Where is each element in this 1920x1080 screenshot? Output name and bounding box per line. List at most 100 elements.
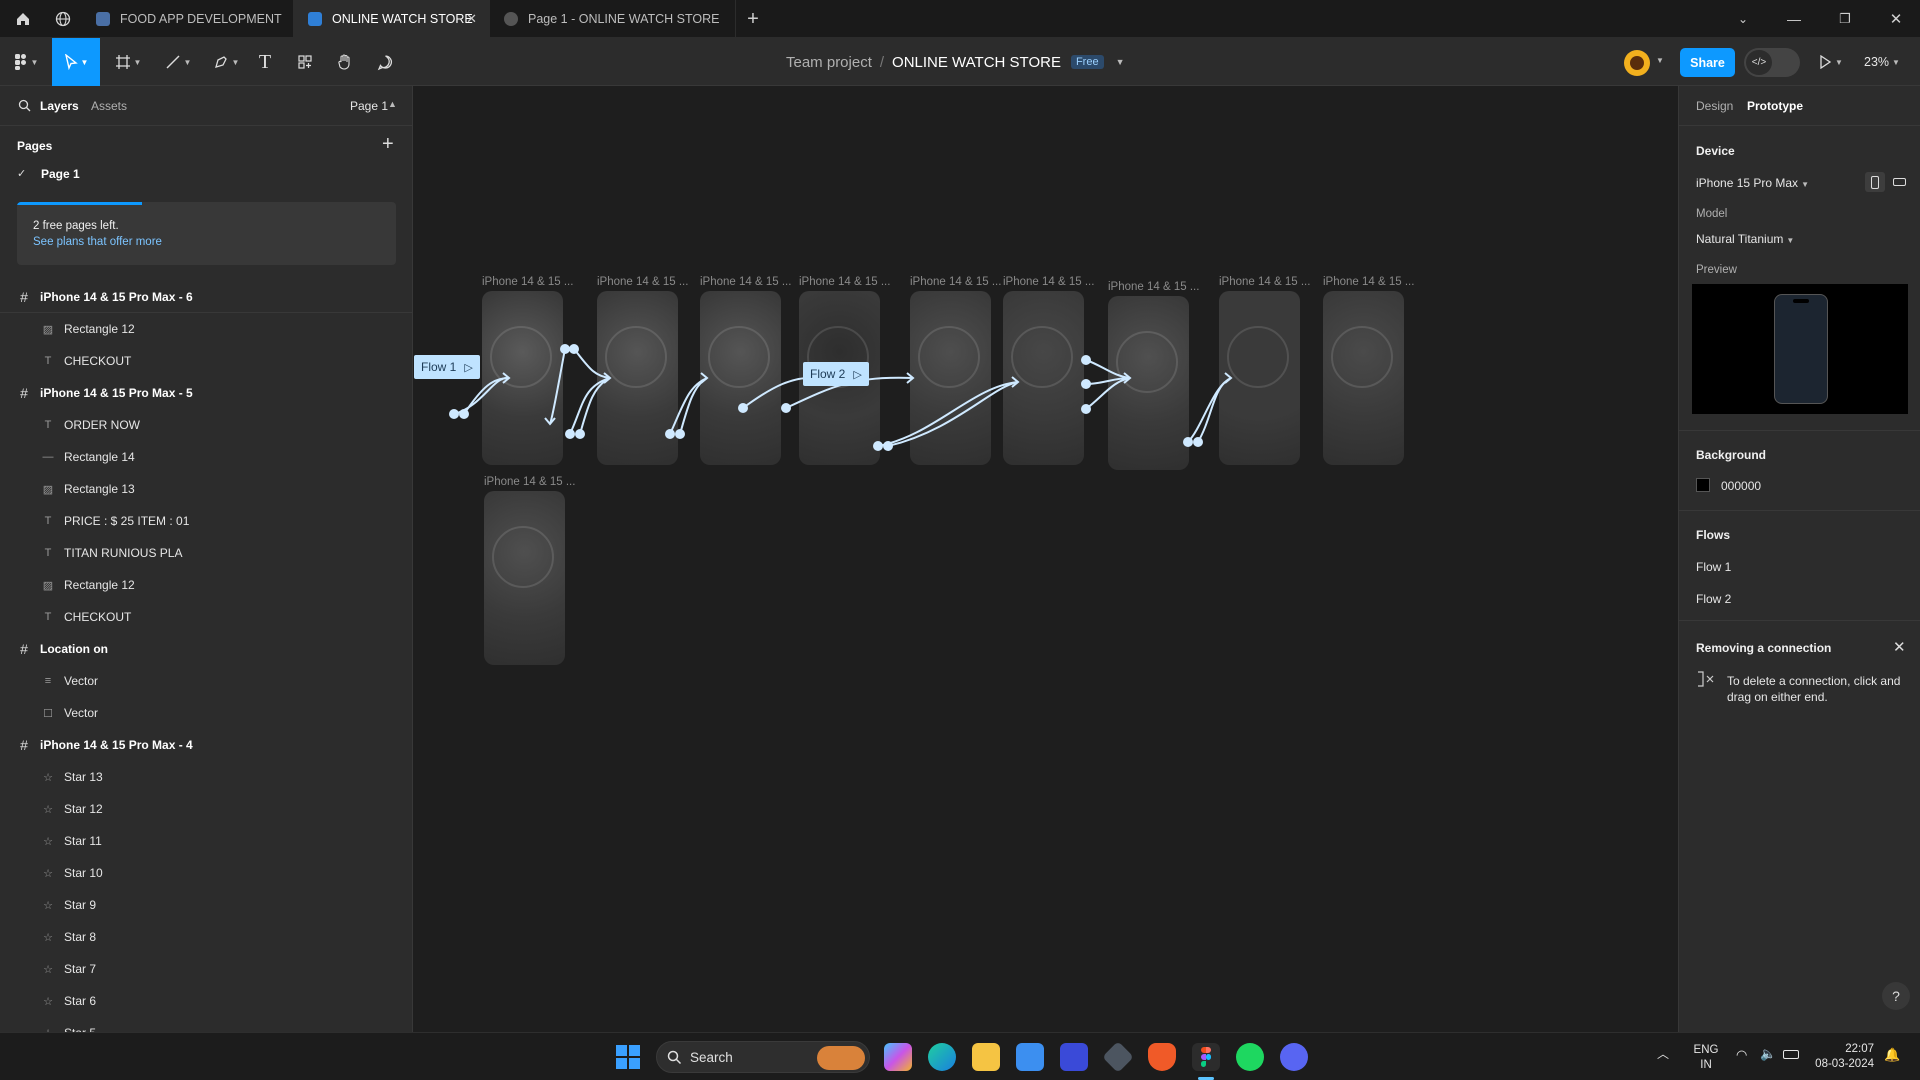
layer-row[interactable]: ☆ Star 11 xyxy=(0,825,412,857)
layer-row[interactable]: ≡ Vector xyxy=(0,665,412,697)
store-icon[interactable] xyxy=(1016,1043,1044,1071)
present-button[interactable]: ▼ xyxy=(1818,38,1843,86)
frame-label[interactable]: iPhone 14 & 15 ... xyxy=(484,476,575,488)
frame-label[interactable]: iPhone 14 & 15 ... xyxy=(700,276,791,288)
clock[interactable]: 22:07 08-03-2024 xyxy=(1808,1042,1874,1072)
comment-tool-button[interactable] xyxy=(370,38,400,86)
layer-row[interactable]: ▨ Rectangle 12 xyxy=(0,569,412,601)
background-value[interactable]: 000000 xyxy=(1721,479,1761,493)
spotify-icon[interactable] xyxy=(1236,1043,1264,1071)
close-window-icon[interactable]: ✕ xyxy=(1873,0,1919,38)
help-button[interactable]: ? xyxy=(1882,982,1910,1010)
frame-label[interactable]: iPhone 14 & 15 ... xyxy=(799,276,890,288)
layer-row[interactable]: ☆ Star 6 xyxy=(0,985,412,1017)
notification-bell-icon[interactable]: 🔔 xyxy=(1884,1047,1900,1063)
tab-layers[interactable]: Layers xyxy=(40,99,79,113)
layer-row[interactable]: ☆ Star 7 xyxy=(0,953,412,985)
chevron-down-icon[interactable]: ⌄ xyxy=(1720,0,1766,38)
flow-play-icon[interactable]: ▷ xyxy=(853,368,861,381)
zoom-dropdown[interactable]: 23% ▼ xyxy=(1864,38,1900,86)
layer-row[interactable]: T CHECKOUT xyxy=(0,345,412,377)
layer-row[interactable]: ☐ Vector xyxy=(0,697,412,729)
iphone-frame[interactable] xyxy=(1003,291,1084,465)
tab-design[interactable]: Design xyxy=(1696,99,1733,113)
app-icon[interactable] xyxy=(1060,1043,1088,1071)
text-tool-button[interactable]: T xyxy=(250,38,280,86)
iphone-frame[interactable] xyxy=(910,291,991,465)
edge-icon[interactable] xyxy=(928,1043,956,1071)
close-tab-icon[interactable]: ✕ xyxy=(466,11,477,27)
close-icon[interactable]: ✕ xyxy=(1893,638,1906,656)
layer-frame-row[interactable]: # iPhone 14 & 15 Pro Max - 5 xyxy=(0,377,412,409)
frame-label[interactable]: iPhone 14 & 15 ... xyxy=(482,276,573,288)
iphone-frame[interactable] xyxy=(1219,291,1300,465)
frame-label[interactable]: iPhone 14 & 15 ... xyxy=(1108,281,1199,293)
file-name[interactable]: ONLINE WATCH STORE xyxy=(892,54,1061,71)
restore-icon[interactable]: ❐ xyxy=(1822,0,1868,38)
layer-row[interactable]: ☆ Star 10 xyxy=(0,857,412,889)
battery-icon[interactable] xyxy=(1783,1050,1799,1059)
chevron-down-icon[interactable]: ▼ xyxy=(1116,57,1125,67)
main-menu-icon[interactable]: ▼ xyxy=(6,38,46,86)
language-indicator[interactable]: ENG IN xyxy=(1692,1043,1720,1073)
iphone-frame[interactable] xyxy=(1108,296,1189,470)
layer-row[interactable]: ☆ Star 9 xyxy=(0,889,412,921)
layer-row[interactable]: T PRICE : $ 25 ITEM : 01 xyxy=(0,505,412,537)
hand-tool-button[interactable] xyxy=(330,38,360,86)
background-swatch[interactable] xyxy=(1696,478,1710,492)
minimize-icon[interactable]: — xyxy=(1771,0,1817,38)
avatar[interactable] xyxy=(1624,50,1650,76)
flow-start-tag[interactable]: Flow 1 ▷ xyxy=(414,355,480,379)
layer-row[interactable]: ▨ Rectangle 12 xyxy=(0,313,412,345)
tab-online-watch-store[interactable]: ONLINE WATCH STORE ✕ xyxy=(294,0,490,38)
layer-frame-row[interactable]: # iPhone 14 & 15 Pro Max - 6 xyxy=(0,281,412,313)
tab-food-app-development[interactable]: FOOD APP DEVELOPMENT xyxy=(82,0,294,38)
unity-icon[interactable] xyxy=(1102,1041,1134,1073)
chevron-down-icon[interactable]: ▼ xyxy=(1656,56,1664,65)
landscape-orientation-button[interactable] xyxy=(1889,172,1909,192)
file-explorer-icon[interactable] xyxy=(972,1043,1000,1071)
copilot-icon[interactable] xyxy=(884,1043,912,1071)
layer-row[interactable]: ☆ Star 12 xyxy=(0,793,412,825)
add-page-icon[interactable]: + xyxy=(382,133,394,156)
frame-label[interactable]: iPhone 14 & 15 ... xyxy=(597,276,688,288)
page-item-page1[interactable]: ✓ Page 1 xyxy=(0,158,412,190)
layer-row[interactable]: — Rectangle 14 xyxy=(0,441,412,473)
tab-assets[interactable]: Assets xyxy=(91,99,127,113)
frame-label[interactable]: iPhone 14 & 15 ... xyxy=(1219,276,1310,288)
flow-item[interactable]: Flow 1 xyxy=(1696,560,1731,574)
layer-row[interactable]: ☆ Star 13 xyxy=(0,761,412,793)
discord-icon[interactable] xyxy=(1280,1043,1308,1071)
taskbar-search-box[interactable]: Search xyxy=(656,1041,870,1073)
frame-tool-button[interactable]: ▼ xyxy=(108,38,148,86)
tab-page1-online-watch-store[interactable]: Page 1 - ONLINE WATCH STORE xyxy=(490,0,736,38)
portrait-orientation-button[interactable] xyxy=(1865,172,1885,192)
dev-mode-toggle[interactable]: </> xyxy=(1744,48,1800,77)
layer-row[interactable]: ☆Star 5 xyxy=(0,1017,412,1032)
iphone-frame[interactable] xyxy=(484,491,565,665)
chevron-up-icon[interactable]: ︿ xyxy=(1657,1045,1669,1062)
layer-row[interactable]: ☆ Star 8 xyxy=(0,921,412,953)
iphone-frame[interactable] xyxy=(700,291,781,465)
layer-row[interactable]: T CHECKOUT xyxy=(0,601,412,633)
frame-label[interactable]: iPhone 14 & 15 ... xyxy=(1323,276,1414,288)
volume-icon[interactable]: 🔈 xyxy=(1760,1046,1776,1062)
see-plans-link[interactable]: See plans that offer more xyxy=(33,236,162,248)
iphone-frame[interactable] xyxy=(482,291,563,465)
iphone-frame[interactable] xyxy=(1323,291,1404,465)
flow-item[interactable]: Flow 2 xyxy=(1696,592,1731,606)
share-button[interactable]: Share xyxy=(1680,48,1735,77)
tab-prototype[interactable]: Prototype xyxy=(1747,99,1803,113)
new-tab-icon[interactable]: + xyxy=(730,0,776,38)
layer-frame-row[interactable]: # iPhone 14 & 15 Pro Max - 4 xyxy=(0,729,412,761)
wifi-icon[interactable]: ◠ xyxy=(1736,1047,1747,1063)
components-tool-button[interactable] xyxy=(290,38,320,86)
iphone-frame[interactable] xyxy=(597,291,678,465)
frame-label[interactable]: iPhone 14 & 15 ... xyxy=(910,276,1001,288)
globe-icon[interactable] xyxy=(40,0,86,38)
model-dropdown[interactable]: Natural Titanium ▼ xyxy=(1696,232,1794,246)
device-dropdown[interactable]: iPhone 15 Pro Max ▼ xyxy=(1696,176,1809,190)
layer-frame-row[interactable]: # Location on xyxy=(0,633,412,665)
chevron-up-icon[interactable]: ▲ xyxy=(388,99,397,109)
move-tool-button[interactable]: ▼ xyxy=(52,38,100,86)
